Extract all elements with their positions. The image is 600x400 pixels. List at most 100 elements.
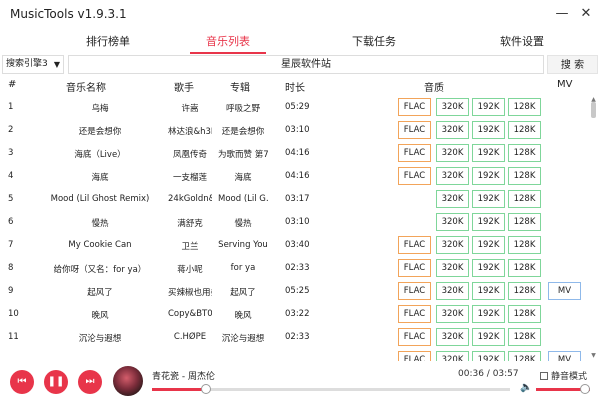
quality-128k-button[interactable]: 128K (508, 144, 541, 162)
quality-128k-button[interactable]: 128K (508, 282, 541, 300)
app-window: MusicTools v1.9.3.1 — ✕ 排行榜单 音乐列表 下载任务 软… (0, 0, 600, 400)
singer-name: 林达浪&h3R3 (168, 127, 212, 137)
flac-button[interactable]: FLAC (398, 305, 431, 323)
table-row[interactable]: 9 起风了 买辣椒也用券 起风了 05:25 FLAC 320K192K128K MV (0, 280, 600, 303)
table-row[interactable]: 8 给你呀（又名：for ya） 蒋小呢 for ya 02:33 FLAC 320K 192… (0, 257, 600, 280)
scroll-down-icon[interactable]: ▼ (589, 352, 598, 359)
flac-button[interactable]: FLAC (398, 98, 431, 116)
song-name: 晚风 (91, 311, 109, 321)
search-input[interactable]: 星辰软件站 (68, 55, 544, 74)
tab-charts[interactable]: 排行榜单 (48, 33, 168, 49)
mv-button[interactable]: MV (548, 282, 581, 300)
quality-128k-button[interactable]: 128K (508, 98, 541, 116)
quality-192k-button[interactable]: 192K (472, 167, 505, 185)
quality-192k-button[interactable]: 192K (472, 282, 505, 300)
singer-name: 24kGoldn&i… (168, 194, 212, 204)
flac-button[interactable]: FLAC (398, 144, 431, 162)
song-duration: 04:16 (285, 148, 310, 158)
table-row[interactable]: 2还是会想你林达浪&h3R3还是会想你03:10FLAC320K192K128K (0, 119, 600, 142)
playback-time: 00:36 / 03:57 (458, 369, 519, 379)
quality-192k-button[interactable]: 192K (472, 236, 505, 254)
singer-name: 许嵩 (181, 104, 199, 114)
table-row[interactable]: 11 沉沦与遐想 C.HØPE 沉沦与遐想 02:33 FLAC 320K 192K 128K (0, 326, 600, 349)
volume-icon[interactable]: 🔈 (520, 382, 532, 393)
flac-button[interactable]: FLAC (398, 259, 431, 277)
vertical-scrollbar[interactable]: ▲ ▼ (589, 96, 598, 360)
pause-button[interactable]: ❚❚ (44, 370, 68, 394)
quality-320k-button[interactable]: 320K (436, 351, 469, 361)
quality-128k-button[interactable]: 128K (508, 305, 541, 323)
volume-knob[interactable] (580, 384, 590, 394)
quality-320k-button[interactable]: 320K (436, 259, 469, 277)
quality-320k-button[interactable]: 320K (436, 236, 469, 254)
previous-icon: ⏮ (17, 376, 27, 387)
quality-320k-button[interactable]: 320K (436, 282, 469, 300)
table-row[interactable]: 7 My Cookie Can 卫兰 Serving You 03:40 FLAC 320K… (0, 234, 600, 257)
table-row[interactable]: 3 海底（Live） 凤凰传奇 为歌而赞 第7… 04:16 FLAC 320K192K12… (0, 142, 600, 165)
flac-button[interactable]: FLAC (398, 121, 431, 139)
mv-button[interactable]: MV (548, 351, 581, 361)
flac-button[interactable]: FLAC (398, 236, 431, 254)
quality-128k-button[interactable]: 128K (508, 236, 541, 254)
quality-192k-button[interactable]: 192K (472, 259, 505, 277)
quality-192k-button[interactable]: 192K (472, 305, 505, 323)
quality-128k-button[interactable]: 128K (508, 190, 541, 208)
quality-320k-button[interactable]: 320K (436, 144, 469, 162)
quality-192k-button[interactable]: 192K (472, 328, 505, 346)
progress-bar[interactable] (152, 384, 510, 394)
quality-320k-button[interactable]: 320K (436, 167, 469, 185)
search-button[interactable]: 搜 索 (547, 55, 598, 74)
quality-192k-button[interactable]: 192K (472, 213, 505, 231)
silent-mode-toggle[interactable]: 静音模式 (540, 369, 587, 382)
col-singer: 歌手 (174, 83, 194, 94)
quality-128k-button[interactable]: 128K (508, 259, 541, 277)
search-engine-select[interactable]: 搜索引擎3 ▼ (2, 55, 64, 74)
quality-320k-button[interactable]: 320K (436, 190, 469, 208)
minimize-button[interactable]: — (552, 4, 572, 24)
quality-320k-button[interactable]: 320K (436, 98, 469, 116)
song-duration: 04:16 (285, 171, 310, 181)
close-button[interactable]: ✕ (576, 4, 596, 24)
tab-downloads[interactable]: 下载任务 (314, 33, 434, 49)
flac-button[interactable]: FLAC (398, 328, 431, 346)
flac-button[interactable]: FLAC (398, 167, 431, 185)
table-row[interactable]: 10 晚风 Copy&BT07… 晚风 03:22 FLAC 320K192K128K (0, 303, 600, 326)
quality-128k-button[interactable]: 128K (508, 328, 541, 346)
row-index: 3 (8, 148, 14, 158)
row-index: 5 (8, 194, 14, 204)
quality-320k-button[interactable]: 320K (436, 213, 469, 231)
quality-192k-button[interactable]: 192K (472, 144, 505, 162)
quality-192k-button[interactable]: 192K (472, 121, 505, 139)
quality-128k-button[interactable]: 128K (508, 351, 541, 361)
quality-192k-button[interactable]: 192K (472, 98, 505, 116)
table-row[interactable]: 5 Mood (Lil Ghost Remix) 24kGoldn&i… Mood (… (0, 188, 600, 211)
table-row[interactable]: 1 乌梅 许嵩 呼吸之野 05:29 FLAC 320K 192K 128K (0, 96, 600, 119)
checkbox-icon[interactable] (540, 372, 548, 380)
quality-320k-button[interactable]: 320K (436, 305, 469, 323)
previous-button[interactable]: ⏮ (10, 370, 34, 394)
row-index: 10 (8, 309, 19, 319)
volume-slider[interactable] (536, 384, 590, 394)
table-row[interactable]: FLAC 320K 192K 128K MV (0, 349, 600, 361)
tab-music-list[interactable]: 音乐列表 (168, 33, 288, 49)
song-duration: 03:17 (285, 194, 310, 204)
quality-128k-button[interactable]: 128K (508, 213, 541, 231)
quality-320k-button[interactable]: 320K (436, 328, 469, 346)
table-header: # 音乐名称 歌手 专辑 时长 音质 MV (0, 76, 600, 94)
tab-settings[interactable]: 软件设置 (462, 33, 582, 49)
album-name: 起风了 (230, 288, 256, 298)
quality-128k-button[interactable]: 128K (508, 167, 541, 185)
quality-128k-button[interactable]: 128K (508, 121, 541, 139)
flac-button[interactable]: FLAC (398, 351, 431, 361)
quality-192k-button[interactable]: 192K (472, 351, 505, 361)
quality-192k-button[interactable]: 192K (472, 190, 505, 208)
quality-320k-button[interactable]: 320K (436, 121, 469, 139)
flac-button[interactable]: FLAC (398, 282, 431, 300)
scrollbar-thumb[interactable] (591, 102, 596, 118)
table-row[interactable]: 4 海底 一支榴莲 海底 04:16 FLAC 320K 192K 128K (0, 165, 600, 188)
progress-knob[interactable] (201, 384, 212, 394)
table-row[interactable]: 6 慢热 满舒克 慢热 03:10 320K 192K 128K (0, 211, 600, 234)
col-index: # (8, 79, 17, 90)
next-button[interactable]: ⏭ (78, 370, 102, 394)
tab-bar: 排行榜单 音乐列表 下载任务 软件设置 (0, 30, 600, 54)
